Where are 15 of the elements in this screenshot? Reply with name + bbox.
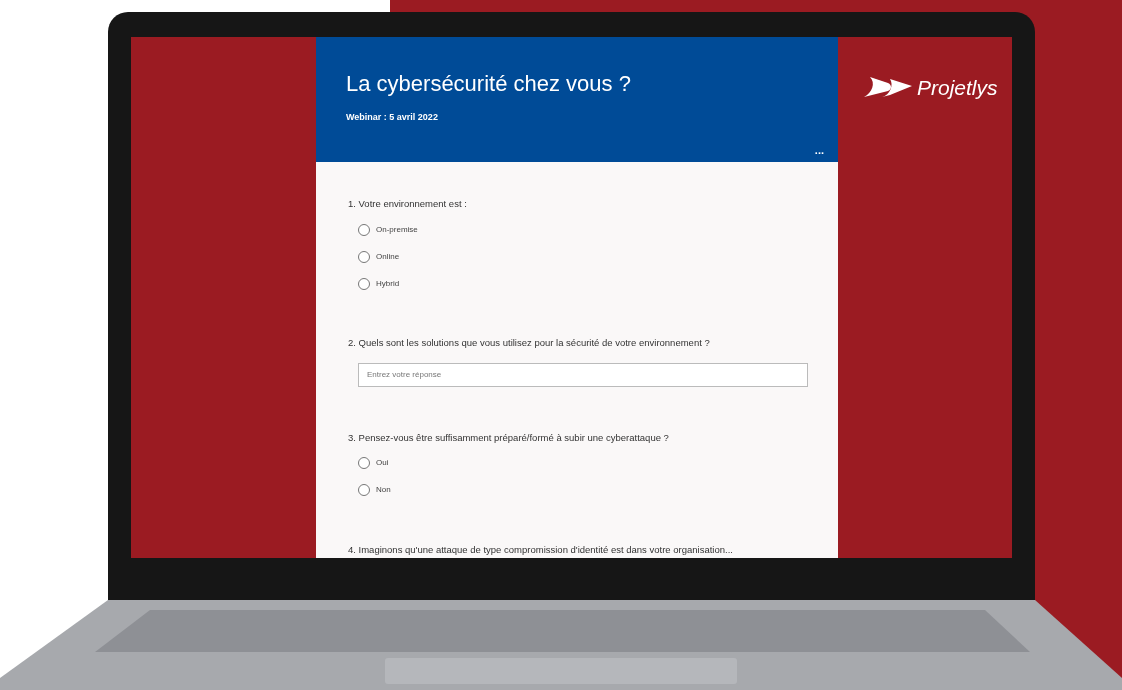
logo-icon — [862, 75, 914, 99]
radio-option[interactable]: On-premise — [358, 221, 808, 239]
form-subtitle: Webinar : 5 avril 2022 — [346, 111, 439, 125]
question-label: 1. Votre environnement est : — [348, 197, 468, 211]
radio-option[interactable]: Non — [358, 481, 808, 499]
question-label: 4. Imaginons qu'une attaque de type compromission d'identité est dans votre organisation... — [348, 542, 734, 557]
brand-name: Projetlys — [917, 76, 998, 98]
answer-field[interactable]: Entrez votre réponse — [358, 362, 808, 387]
form-title: La cybersécurité chez vous ? — [346, 71, 632, 98]
more-menu[interactable]: ... — [814, 145, 824, 156]
question-label: 3. Pensez-vous être suffisamment préparé/formé à subir une cyberattaque ? — [348, 430, 670, 445]
radio-option[interactable]: Oui — [358, 454, 808, 472]
radio-option[interactable]: Hybrid — [358, 275, 808, 293]
radio-option[interactable]: Online — [358, 248, 808, 266]
question-label: 2. Quels sont les solutions que vous utilisez pour la sécurité de votre environnement ? — [348, 336, 711, 351]
